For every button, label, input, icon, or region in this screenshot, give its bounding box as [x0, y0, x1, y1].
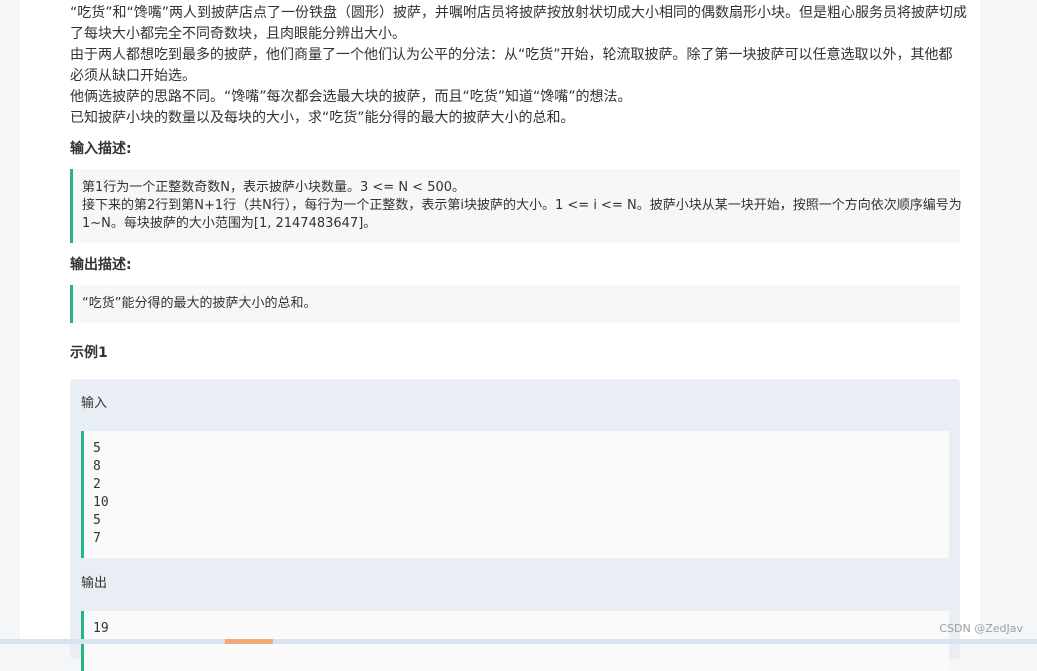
code-line: 8	[93, 459, 101, 474]
output-description-line: “吃货”能分得的最大的披萨大小的总和。	[82, 296, 317, 311]
article-page: “吃货”和“馋嘴”两人到披萨店点了一份铁盘（圆形）披萨，并嘱咐店员将披萨按放射状…	[20, 0, 980, 671]
input-section-title: 输入描述:	[70, 141, 132, 157]
code-line: 5	[93, 441, 101, 456]
description-line: “吃货”和“馋嘴”两人到披萨店点了一份铁盘（圆形）披萨，并嘱咐店员将披萨按放射状…	[70, 5, 968, 21]
problem-content: “吃货”和“馋嘴”两人到披萨店点了一份铁盘（圆形）披萨，并嘱咐店员将披萨按放射状…	[70, 3, 968, 363]
bottom-toolbar-strip	[0, 639, 1037, 644]
example-input-label: 输入	[81, 396, 108, 411]
description-line: 了每块大小都完全不同奇数块，且肉眼能分辨出大小。	[70, 26, 406, 42]
input-description-line: 第1行为一个正整数奇数N，表示披萨小块数量。3 <= N < 500。	[82, 180, 466, 195]
code-line: 10	[93, 495, 109, 510]
example-input-code: 5 8 2 10 5 7	[81, 431, 949, 558]
output-section-title: 输出描述:	[70, 257, 132, 273]
example-box: 输入 5 8 2 10 5 7 输出 19	[70, 379, 960, 671]
example-output-label: 输出	[81, 576, 108, 591]
example-title: 示例1	[70, 345, 108, 361]
toolbar-accent	[225, 639, 273, 644]
csdn-watermark: CSDN @ZedJav	[939, 622, 1023, 635]
input-description-line: 1~N。每块披萨的大小范围为[1, 2147483647]。	[82, 216, 377, 231]
input-description-quote: 第1行为一个正整数奇数N，表示披萨小块数量。3 <= N < 500。 接下来的…	[70, 169, 962, 243]
description-line: 他俩选披萨的思路不同。“馋嘴”每次都会选最大块的披萨，而且“吃货”知道“馋嘴”的…	[70, 89, 632, 105]
problem-description: “吃货”和“馋嘴”两人到披萨店点了一份铁盘（圆形）披萨，并嘱咐店员将披萨按放射状…	[70, 3, 968, 129]
code-line: 19	[93, 621, 109, 636]
description-line: 已知披萨小块的数量以及每块的大小，求“吃货”能分得的最大的披萨大小的总和。	[70, 110, 575, 126]
code-line: 5	[93, 513, 101, 528]
description-line: 由于两人都想吃到最多的披萨，他们商量了一个他们认为公平的分法：从“吃货”开始，轮…	[70, 47, 953, 63]
description-line: 必须从缺口开始选。	[70, 68, 196, 84]
code-line: 7	[93, 531, 101, 546]
output-description-quote: “吃货”能分得的最大的披萨大小的总和。	[70, 285, 960, 323]
code-line: 2	[93, 477, 101, 492]
input-description-line: 接下来的第2行到第N+1行（共N行），每行为一个正整数，表示第i块披萨的大小。1…	[82, 198, 962, 213]
